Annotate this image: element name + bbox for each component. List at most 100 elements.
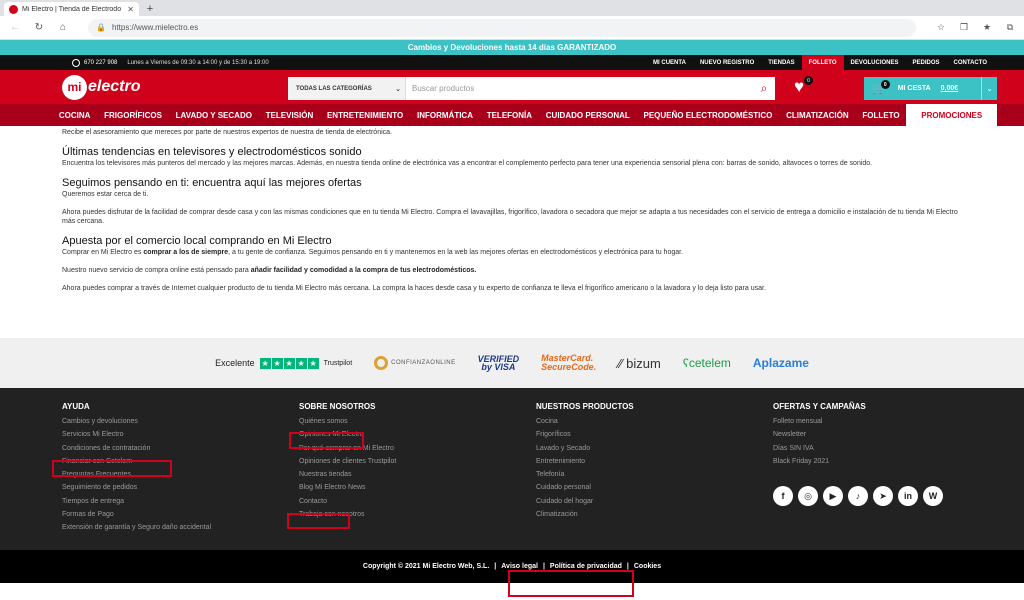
back-icon[interactable]: ← — [6, 19, 24, 37]
footer-link[interactable]: Black Friday 2021 — [773, 455, 1010, 468]
nav-frigorificos[interactable]: FRIGORÍFICOS — [97, 104, 169, 126]
telegram-icon[interactable]: ➤ — [873, 486, 893, 507]
footer-link[interactable]: Blog Mi Electro News — [299, 481, 536, 494]
bizum-mark-icon: ⁄⁄ — [618, 355, 627, 371]
chevron-down-icon: ⌄ — [395, 85, 401, 93]
site-header: mi electro TODAS LAS CATEGORÍAS ⌄ Buscar… — [0, 70, 1024, 104]
separator: | — [542, 563, 545, 570]
footer-link[interactable]: Trabaja con nosotros — [299, 508, 536, 521]
confianza-online-logo[interactable]: CONFIANZAONLINE — [374, 356, 456, 370]
top-link-contacto[interactable]: CONTACTO — [947, 55, 994, 70]
top-link-pedidos[interactable]: PEDIDOS — [906, 55, 947, 70]
footer-link[interactable]: Seguimiento de pedidos — [62, 481, 299, 494]
top-link-nuevo-registro[interactable]: NUEVO REGISTRO — [693, 55, 761, 70]
favorite-star-icon[interactable]: ☆ — [933, 20, 949, 36]
trustpilot-rating[interactable]: Excelente ★ ★ ★ ★ ★ Trustpilot — [215, 357, 352, 369]
footer-link[interactable]: Cambios y devoluciones — [62, 415, 299, 428]
footer-link[interactable]: Opiniones Mi Electro — [299, 428, 536, 441]
footer-link[interactable]: Nuestras tiendas — [299, 468, 536, 481]
paragraph-tendencias: Encuentra los televisores más punteros d… — [62, 160, 873, 167]
aplazame-logo: Aplazame — [752, 356, 809, 370]
nav-cuidado-personal[interactable]: CUIDADO PERSONAL — [539, 104, 637, 126]
facebook-icon[interactable]: f — [773, 486, 793, 507]
search-input[interactable]: Buscar productos — [406, 84, 753, 93]
nav-television[interactable]: TELEVISIÓN — [259, 104, 320, 126]
reload-icon[interactable]: ↻ — [30, 19, 48, 37]
footer-link[interactable]: Lavado y Secado — [536, 442, 773, 455]
nav-pequeno-electrodomestico[interactable]: PEQUEÑO ELECTRODOMÉSTICO — [637, 104, 780, 126]
footer-link[interactable]: Por qué comprar en Mi Electro — [299, 442, 536, 455]
promo-banner[interactable]: Cambios y Devoluciones hasta 14 días GAR… — [0, 40, 1024, 55]
aviso-legal-link[interactable]: Aviso legal — [501, 563, 538, 570]
top-link-folleto[interactable]: FOLLETO — [801, 55, 844, 70]
top-link-tiendas[interactable]: TIENDAS — [761, 55, 801, 70]
home-icon[interactable]: ⌂ — [54, 19, 72, 37]
youtube-icon[interactable]: ▶ — [823, 486, 843, 507]
cookies-link[interactable]: Cookies — [634, 563, 661, 570]
wishlist-heart-icon[interactable]: ♥ 0 — [789, 76, 813, 96]
nav-promociones[interactable]: PROMOCIONES — [906, 104, 998, 126]
footer-link[interactable]: Entretenimiento — [536, 455, 773, 468]
heading-comercio-local: Apuesta por el comercio local comprando … — [62, 235, 332, 247]
collections-icon[interactable]: ❐ — [956, 20, 972, 36]
nav-cocina[interactable]: COCINA — [52, 104, 97, 126]
mi-electro-logo[interactable]: mi electro — [62, 74, 140, 100]
separator: | — [626, 563, 629, 570]
footer-link[interactable]: Cuidado personal — [536, 481, 773, 494]
nav-telefonia[interactable]: TELEFONÍA — [480, 104, 539, 126]
footer-link[interactable]: Días SIN IVA — [773, 442, 1010, 455]
footer-link[interactable]: Cuidado del hogar — [536, 495, 773, 508]
tab-title: Mi Electro | Tienda de Electrodo — [22, 5, 122, 13]
mastercard-securecode-logo: MasterCard. SecureCode. — [541, 354, 596, 372]
text-part: Nuestro nuevo servicio de compra online … — [62, 267, 251, 274]
footer-link[interactable]: Preguntas Frecuentes — [62, 468, 299, 481]
browser-tab[interactable]: Mi Electro | Tienda de Electrodo ✕ — [4, 2, 139, 16]
search-icon[interactable]: ⌕ — [753, 81, 775, 96]
nav-folleto[interactable]: FOLLETO — [856, 104, 907, 126]
close-tab-icon[interactable]: ✕ — [127, 5, 134, 14]
cetelem-logo: ʕcetelem — [683, 356, 731, 370]
cart-chevron-down-icon[interactable]: ⌄ — [981, 77, 997, 100]
site-favicon-icon — [9, 4, 18, 14]
url-field[interactable]: 🔒 https://www.mielectro.es — [88, 18, 916, 37]
footer-link[interactable]: Opiniones de clientes Trustpilot — [299, 455, 536, 468]
linkedin-icon[interactable]: in — [898, 486, 918, 507]
nav-entretenimiento[interactable]: ENTRETENIMIENTO — [320, 104, 410, 126]
cart-button[interactable]: 🛒 0 MI CESTA 0,00€ ⌄ — [864, 77, 997, 100]
footer-link[interactable]: Telefonía — [536, 468, 773, 481]
footer-link[interactable]: Formas de Pago — [62, 508, 299, 521]
wordpress-icon[interactable]: W — [923, 486, 943, 507]
footer-link[interactable]: Climatización — [536, 508, 773, 521]
footer-link[interactable]: Financiar con Cetelem — [62, 455, 299, 468]
cart-amount: 0,00€ — [940, 85, 959, 92]
category-select[interactable]: TODAS LAS CATEGORÍAS ⌄ — [288, 77, 406, 100]
footer-link[interactable]: Folleto mensual — [773, 415, 1010, 428]
footer-link[interactable]: Servicios Mi Electro — [62, 428, 299, 441]
bizum-logo: ⁄⁄ bizum — [618, 356, 661, 371]
footer-link[interactable]: Extensión de garantía y Seguro daño acci… — [62, 521, 299, 534]
nav-informatica[interactable]: INFORMÁTICA — [410, 104, 480, 126]
heading-ofertas: Seguimos pensando en ti: encuentra aquí … — [62, 177, 362, 189]
extensions-icon[interactable]: ⧉ — [1002, 20, 1018, 36]
instagram-icon[interactable]: ◎ — [798, 486, 818, 507]
top-link-mi-cuenta[interactable]: MI CUENTA — [646, 55, 693, 70]
favorites-icon[interactable]: ★ — [979, 20, 995, 36]
footer-link-contacto[interactable]: Contacto — [299, 495, 536, 508]
footer-link-condiciones[interactable]: Condiciones de contratación — [62, 442, 299, 455]
paragraph-cerca: Queremos estar cerca de ti. — [62, 191, 149, 198]
text-part: , a tu gente de confianza. Seguimos pens… — [228, 249, 684, 256]
footer-link-quienes-somos[interactable]: Quiénes somos — [299, 415, 536, 428]
footer-link[interactable]: Cocina — [536, 415, 773, 428]
footer-link[interactable]: Tiempos de entrega — [62, 495, 299, 508]
footer-link[interactable]: Frigoríficos — [536, 428, 773, 441]
new-tab-button[interactable]: + — [143, 2, 157, 16]
nav-climatizacion[interactable]: CLIMATIZACIÓN — [779, 104, 855, 126]
text-bold: comprar a los de siempre — [143, 249, 229, 256]
top-link-devoluciones[interactable]: DEVOLUCIONES — [844, 55, 906, 70]
footer-link[interactable]: Newsletter — [773, 428, 1010, 441]
phone-contact[interactable]: 670 227 908 — [72, 58, 117, 67]
nav-lavado-secado[interactable]: LAVADO Y SECADO — [169, 104, 259, 126]
logo-mi: mi — [62, 74, 87, 100]
tiktok-icon[interactable]: ♪ — [848, 486, 868, 507]
privacidad-link[interactable]: Política de privacidad — [550, 563, 622, 570]
